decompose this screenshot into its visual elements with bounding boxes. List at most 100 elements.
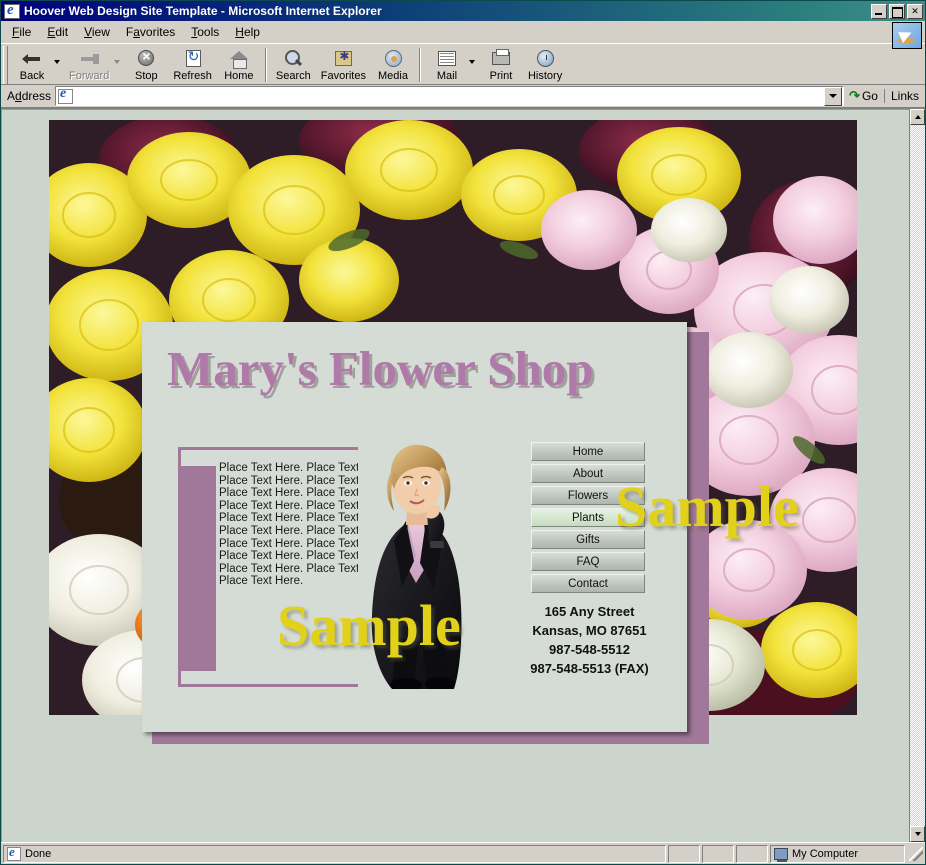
refresh-icon [181, 47, 205, 69]
print-icon [489, 47, 513, 69]
menu-favorites[interactable]: Favorites [118, 23, 183, 41]
menu-bar: File Edit View Favorites Tools Help [1, 21, 925, 49]
history-button-label: History [527, 70, 563, 82]
status-pane-2 [668, 844, 700, 863]
home-button[interactable]: Home [217, 46, 261, 82]
security-zone-label: My Computer [792, 847, 859, 860]
address-phone: 987-548-5512 [549, 642, 630, 657]
mail-dropdown[interactable] [468, 46, 479, 64]
status-text: Done [25, 847, 52, 860]
woman-illustration [358, 437, 478, 689]
address-city-state-zip: Kansas, MO 87651 [532, 623, 647, 638]
stop-button-label: Stop [135, 70, 158, 82]
mail-button-label: Mail [436, 70, 458, 82]
nav-button-plants[interactable]: Plants [531, 508, 645, 527]
refresh-button[interactable]: Refresh [168, 46, 217, 82]
stop-icon [134, 47, 158, 69]
back-button[interactable]: Back [10, 46, 54, 82]
nav-button-home[interactable]: Home [531, 442, 645, 461]
toolbar-separator [264, 48, 267, 82]
address-dropdown-button[interactable] [824, 86, 843, 106]
history-clock-icon [533, 47, 557, 69]
nav-button-flowers[interactable]: Flowers [531, 486, 645, 505]
scroll-down-button[interactable] [910, 826, 925, 842]
maximize-button[interactable] [889, 3, 905, 19]
nav-button-faq[interactable]: FAQ [531, 552, 645, 571]
home-button-label: Home [224, 70, 254, 82]
internet-explorer-icon [4, 3, 20, 19]
address-bar: Address ↷ Go Links [1, 85, 925, 108]
search-button[interactable]: Search [271, 46, 316, 82]
status-pane-3 [702, 844, 734, 863]
print-button-label: Print [489, 70, 513, 82]
navigation-toolbar: Back Forward Stop Refresh Home Search Fa [1, 43, 925, 85]
menu-file[interactable]: File [4, 23, 39, 41]
go-button-label: Go [861, 89, 878, 103]
title-bar: Hoover Web Design Site Template - Micros… [1, 1, 925, 21]
minimize-button[interactable] [871, 3, 887, 19]
security-zone-pane[interactable]: My Computer [770, 844, 905, 863]
favorites-star-icon [331, 47, 355, 69]
window-title: Hoover Web Design Site Template - Micros… [24, 4, 382, 18]
menu-edit[interactable]: Edit [39, 23, 76, 41]
status-ie-icon [7, 844, 21, 861]
address-fax: 987-548-5513 (FAX) [530, 661, 649, 676]
browser-viewport: Mary's Flower Shop Place Text Here. Plac… [1, 108, 925, 842]
address-input[interactable] [73, 88, 825, 104]
back-arrow-icon [20, 47, 44, 69]
page-title: Mary's Flower Shop [167, 341, 594, 396]
status-bar: Done My Computer [1, 842, 925, 864]
forward-button[interactable]: Forward [64, 46, 114, 82]
resize-grip[interactable] [909, 846, 923, 861]
menu-tools[interactable]: Tools [183, 23, 227, 41]
media-button-label: Media [378, 70, 408, 82]
search-icon [281, 47, 305, 69]
toolbar-separator-2 [418, 48, 421, 82]
nav-button-gifts[interactable]: Gifts [531, 530, 645, 549]
address-label: Address [7, 89, 52, 103]
print-button[interactable]: Print [479, 46, 523, 82]
mail-icon [435, 47, 459, 69]
go-button[interactable]: ↷ Go [844, 88, 884, 104]
history-button[interactable]: History [523, 46, 567, 82]
nav-button-contact[interactable]: Contact [531, 574, 645, 593]
address-street: 165 Any Street [544, 604, 635, 619]
toolbar-grip[interactable] [3, 46, 8, 84]
my-computer-icon [774, 847, 788, 862]
refresh-button-label: Refresh [173, 70, 212, 82]
search-button-label: Search [275, 70, 311, 82]
mail-button[interactable]: Mail [425, 46, 469, 82]
nav-button-about[interactable]: About [531, 464, 645, 483]
ie-animated-logo-icon [892, 22, 922, 49]
page-vertical-scrollbar[interactable] [909, 109, 925, 842]
go-arrow-icon: ↷ [849, 88, 860, 103]
back-history-dropdown[interactable] [54, 46, 64, 64]
status-pane-4 [736, 844, 768, 863]
forward-history-dropdown[interactable] [114, 46, 124, 64]
status-message-pane: Done [3, 844, 666, 863]
media-button[interactable]: Media [371, 46, 415, 82]
favorites-button-label: Favorites [320, 70, 366, 82]
forward-arrow-icon [77, 47, 101, 69]
content-card: Mary's Flower Shop Place Text Here. Plac… [142, 322, 687, 732]
home-icon [227, 47, 251, 69]
favorites-button[interactable]: Favorites [316, 46, 371, 82]
site-navigation: Home About Flowers Plants Gifts FAQ Cont… [531, 442, 645, 596]
back-button-label: Back [19, 70, 45, 82]
scroll-track[interactable] [910, 125, 925, 826]
stop-button[interactable]: Stop [124, 46, 168, 82]
web-page-content: Mary's Flower Shop Place Text Here. Plac… [1, 109, 909, 842]
window-controls: ✕ [871, 3, 923, 19]
links-button[interactable]: Links [883, 89, 925, 103]
scroll-up-button[interactable] [910, 109, 925, 125]
forward-button-label: Forward [69, 70, 110, 82]
menu-view[interactable]: View [76, 23, 118, 41]
businesswoman-photo [358, 437, 478, 689]
address-field-wrapper[interactable] [55, 86, 845, 106]
browser-window: Hoover Web Design Site Template - Micros… [0, 0, 926, 865]
menu-help[interactable]: Help [227, 23, 268, 41]
close-button[interactable]: ✕ [907, 3, 923, 19]
contact-address-block: 165 Any Street Kansas, MO 87651 987-548-… [512, 602, 667, 678]
media-icon [381, 47, 405, 69]
purple-accent-bar [178, 466, 216, 671]
